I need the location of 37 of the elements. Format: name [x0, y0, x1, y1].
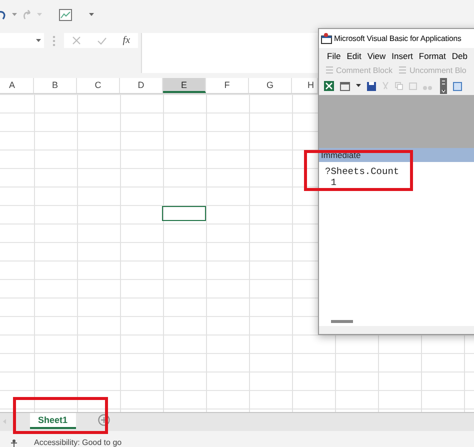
code-line: ?Sheets.Count [325, 166, 400, 177]
menu-item[interactable]: File [327, 50, 341, 60]
column-header[interactable]: F [206, 78, 249, 93]
code-line: 1 [330, 177, 338, 188]
sheet-tab[interactable]: Sheet1 [30, 413, 76, 429]
column-header[interactable]: G [249, 78, 292, 93]
toolbar-grip-icon[interactable] [440, 78, 447, 94]
menu-item[interactable]: View [367, 50, 386, 60]
column-header[interactable]: C [77, 78, 120, 93]
cancel-icon[interactable] [72, 36, 81, 45]
column-header[interactable]: A [0, 78, 34, 93]
formula-input[interactable] [141, 33, 318, 73]
accessibility-status[interactable]: Accessibility: Good to go [34, 438, 122, 447]
lines-icon [326, 66, 333, 74]
check-icon[interactable] [96, 36, 107, 44]
chart-icon[interactable] [59, 9, 72, 21]
excel-icon[interactable] [324, 81, 334, 91]
menu-item[interactable]: Format [418, 50, 446, 60]
accessibility-icon[interactable] [10, 439, 18, 447]
menu-item[interactable]: Deb [452, 50, 468, 60]
selected-cell[interactable] [162, 206, 206, 221]
column-header[interactable]: E [163, 78, 206, 93]
caret-icon[interactable] [36, 38, 41, 42]
caret-icon[interactable] [356, 84, 361, 88]
caret-icon[interactable] [89, 13, 94, 17]
undo-icon[interactable] [0, 9, 7, 21]
menu-item[interactable]: Edit [346, 50, 362, 60]
menu-item[interactable]: Insert [392, 50, 413, 60]
insert-function-button[interactable]: fx [122, 35, 130, 46]
lines-icon [399, 66, 406, 74]
scrollbar-thumb[interactable] [331, 320, 353, 323]
form-icon[interactable] [340, 82, 350, 90]
window-icon[interactable] [453, 82, 462, 90]
immediate-pane[interactable]: ?Sheets.Count 1 [319, 162, 474, 326]
save-icon[interactable] [367, 82, 376, 90]
column-header[interactable]: B [34, 78, 77, 93]
add-sheet-icon[interactable] [98, 414, 110, 426]
